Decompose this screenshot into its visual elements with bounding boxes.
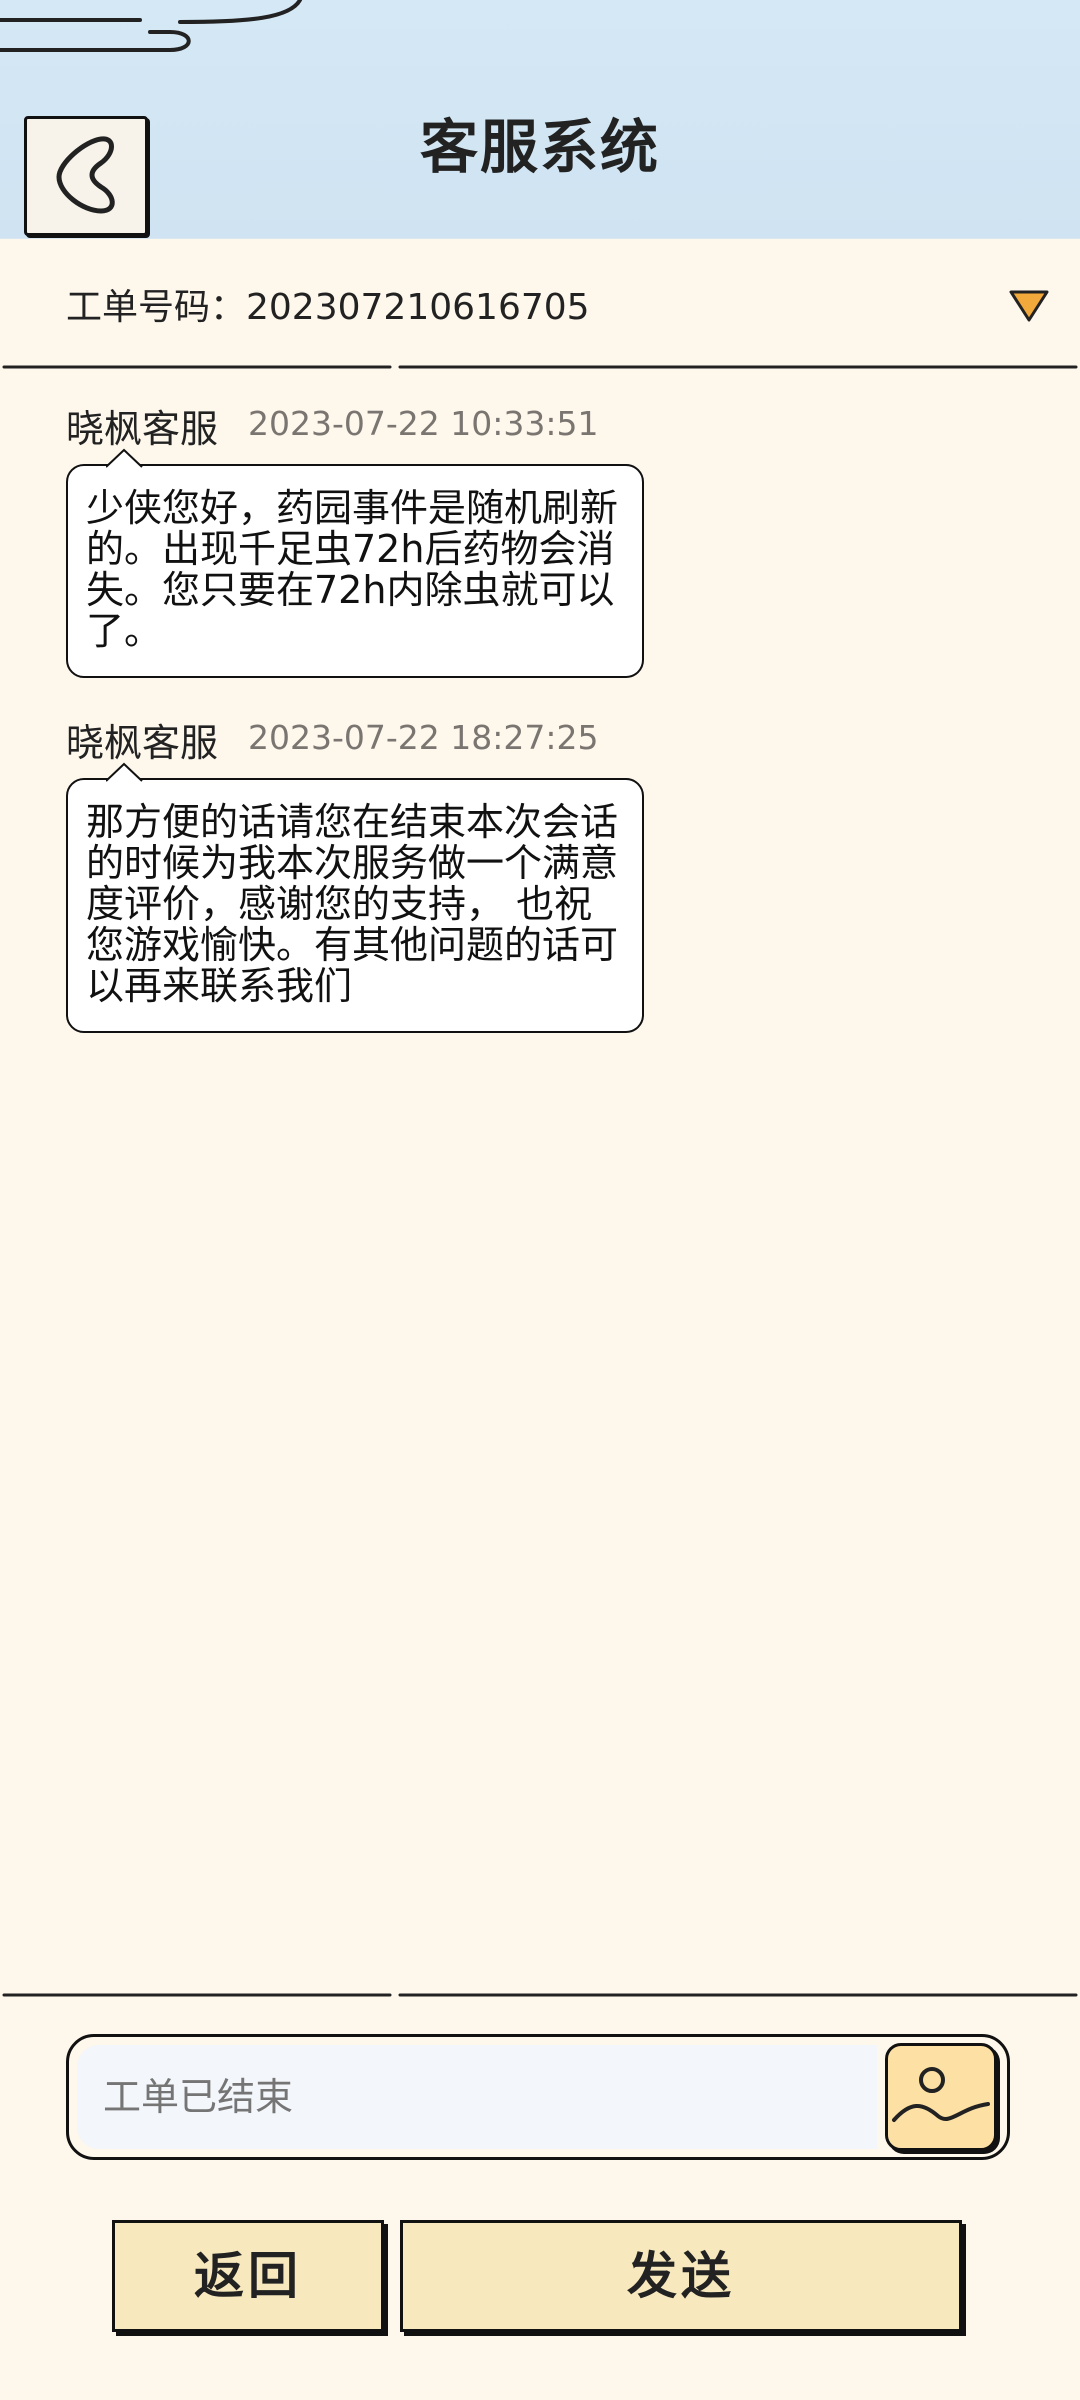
message-item: 晓枫客服 2023-07-22 18:27:25 那方便的话请您在结束本次会话的… [66, 712, 644, 1033]
ticket-row: 工单号码：202307210616705 [0, 238, 1080, 366]
message-timestamp: 2023-07-22 18:27:25 [248, 718, 599, 757]
page-title: 客服系统 [419, 113, 660, 181]
triangle-down-icon[interactable] [1008, 288, 1050, 324]
image-upload-icon [892, 2067, 990, 2122]
ticket-number: 工单号码：202307210616705 [66, 287, 590, 328]
message-timestamp: 2023-07-22 10:33:51 [248, 404, 599, 443]
message-bubble: 那方便的话请您在结束本次会话的时候为我本次服务做一个满意度评价，感谢您的支持， … [66, 762, 644, 1033]
message-input[interactable] [77, 2045, 877, 2149]
message-header: 晓枫客服 2023-07-22 10:33:51 [66, 398, 644, 451]
divider-top [0, 364, 1080, 369]
message-bubble: 少侠您好，药园事件是随机刷新的。出现千足虫72h后药物会消失。您只要在72h内除… [66, 448, 644, 678]
image-upload-button[interactable] [885, 2043, 997, 2151]
message-item: 晓枫客服 2023-07-22 10:33:51 少侠您好，药园事件是随机刷新的… [66, 398, 644, 678]
bubble-tail-icon [106, 448, 143, 468]
composer [66, 2034, 1010, 2160]
message-text: 那方便的话请您在结束本次会话的时候为我本次服务做一个满意度评价，感谢您的支持， … [86, 800, 619, 1008]
divider-bottom [0, 1992, 1080, 1997]
sender-name: 晓枫客服 [66, 721, 219, 765]
cloud-decoration-icon [0, 0, 302, 52]
return-button[interactable]: 返回 [112, 2220, 384, 2332]
send-button[interactable]: 发送 [400, 2220, 962, 2332]
message-text: 少侠您好，药园事件是随机刷新的。出现千足虫72h后药物会消失。您只要在72h内除… [86, 486, 619, 653]
message-header: 晓枫客服 2023-07-22 18:27:25 [66, 712, 644, 765]
sender-name: 晓枫客服 [66, 407, 219, 451]
bubble-tail-icon [106, 762, 143, 782]
header-bar: 客服系统 [0, 0, 1080, 239]
